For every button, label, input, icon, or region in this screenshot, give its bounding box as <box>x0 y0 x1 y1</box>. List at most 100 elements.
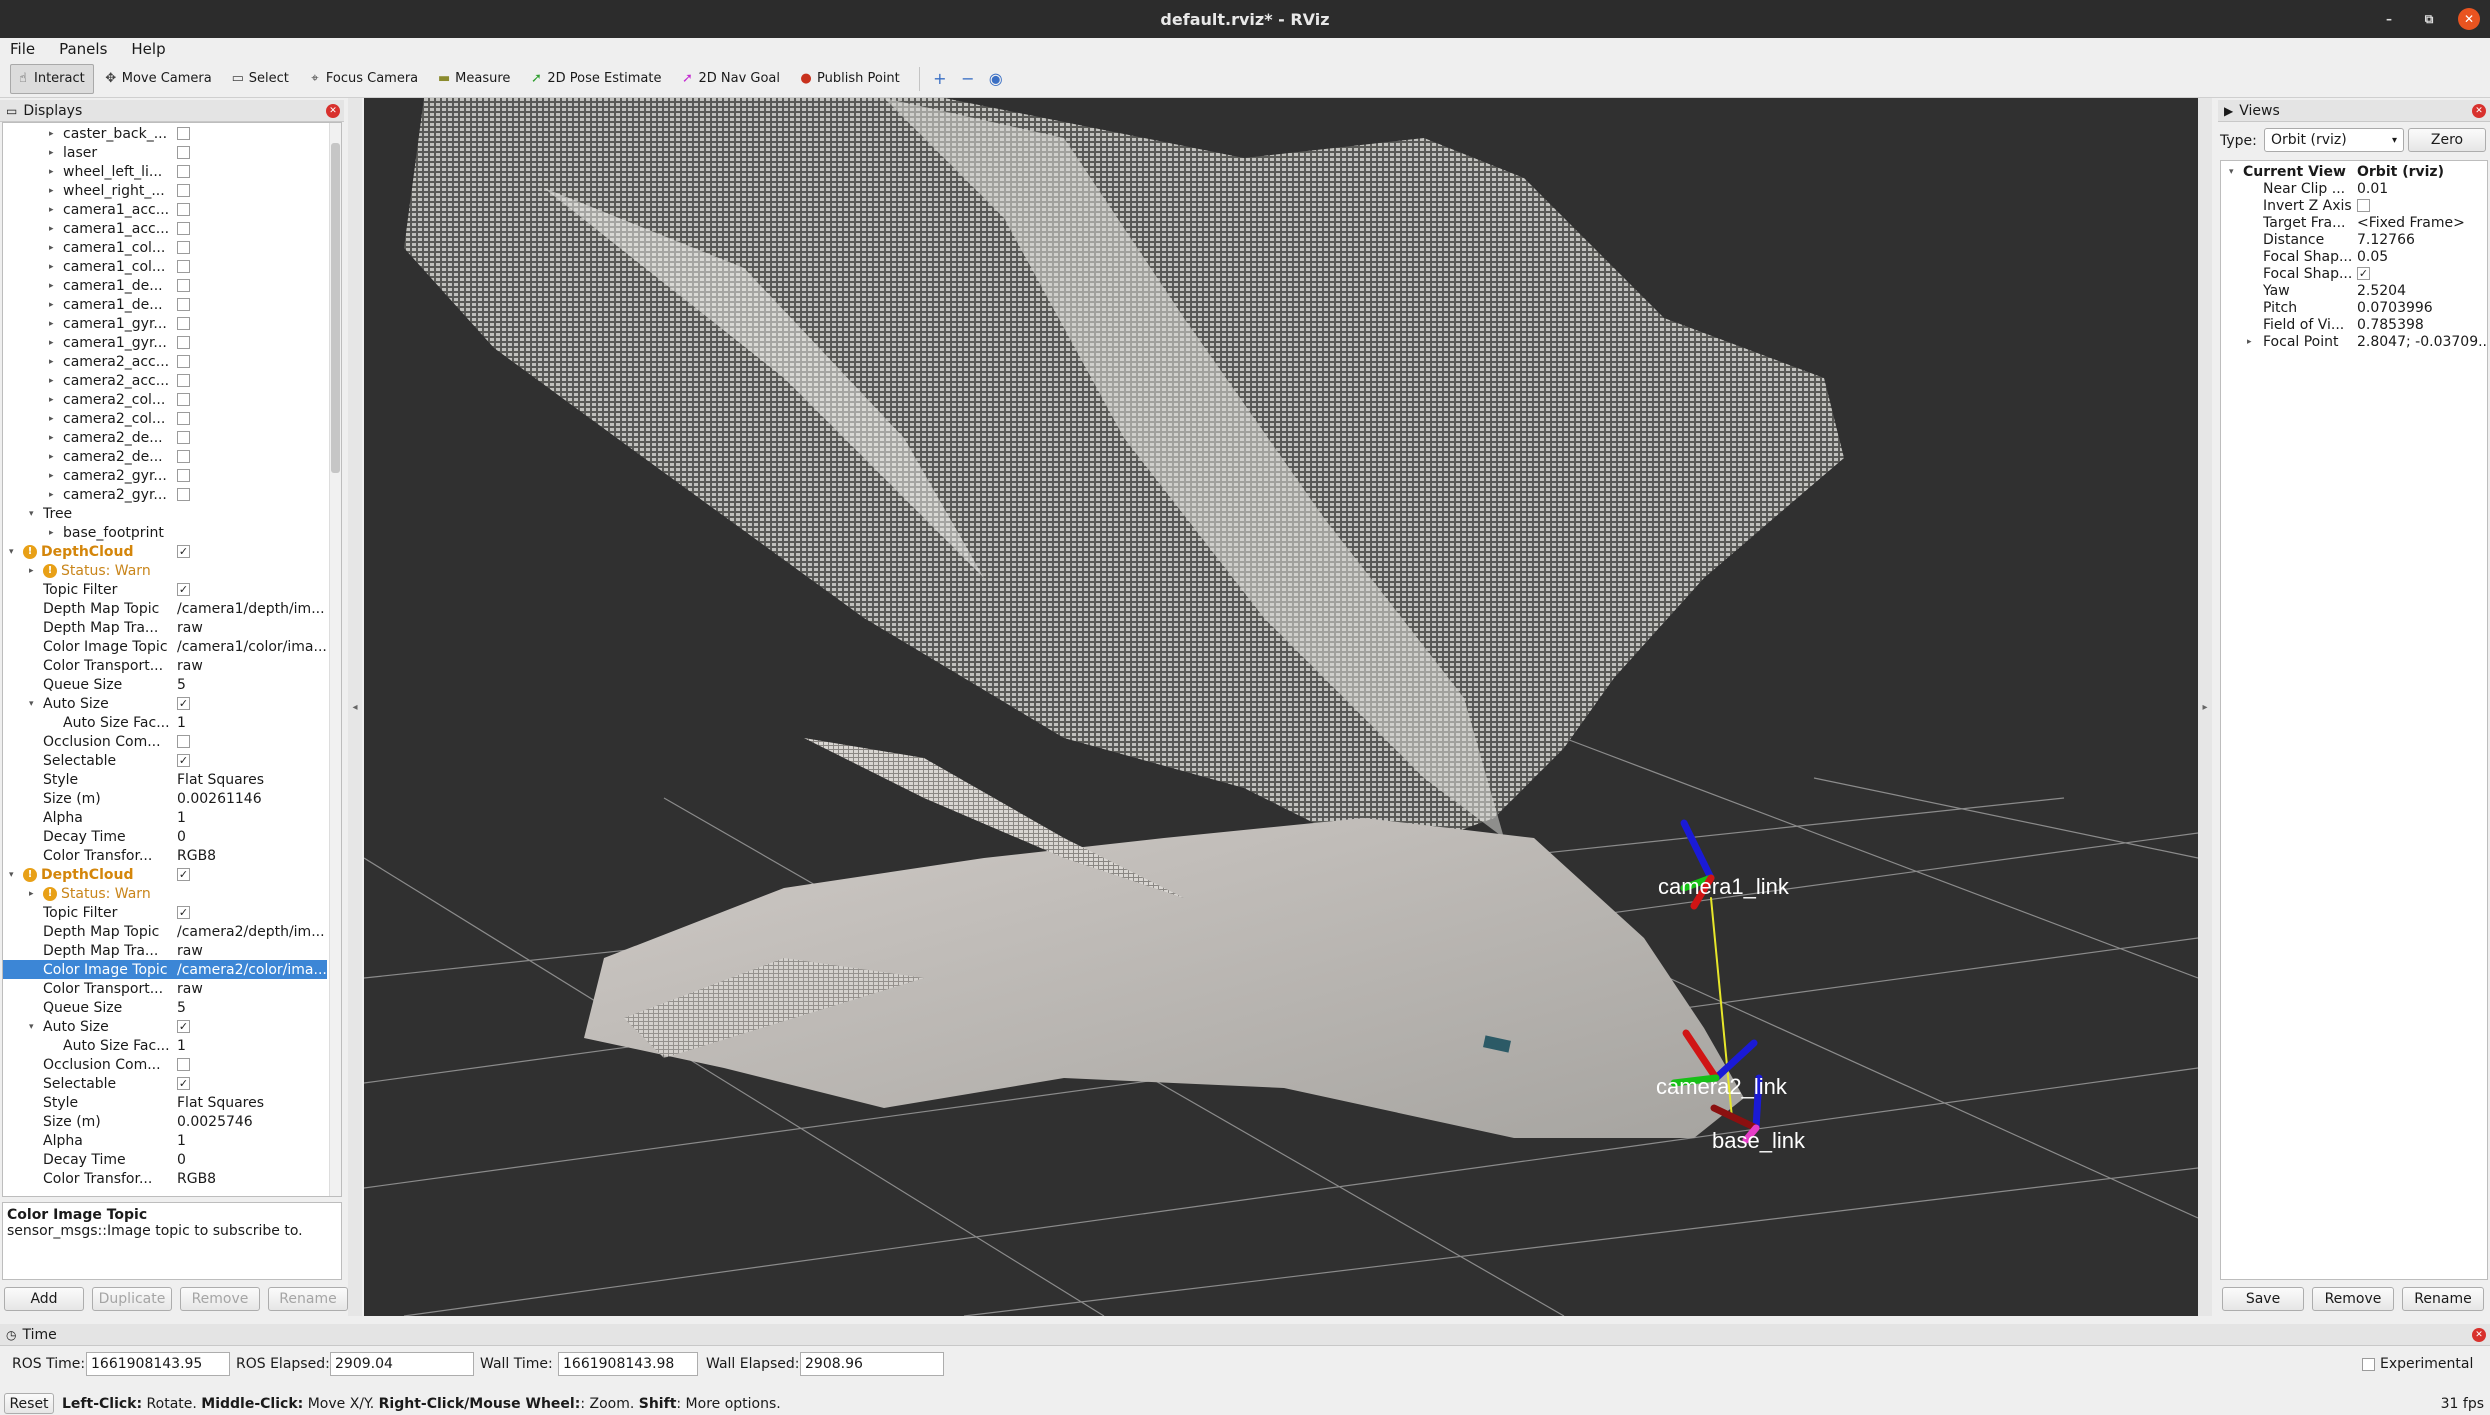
display-checkbox[interactable]: ✓ <box>177 583 190 596</box>
render-viewport[interactable]: camera1_link camera2_link base_link <box>364 98 2198 1316</box>
expand-arrow-icon[interactable]: ▸ <box>29 566 34 576</box>
display-checkbox[interactable]: ✓ <box>177 868 190 881</box>
expand-arrow-icon[interactable]: ▸ <box>49 452 54 462</box>
display-row[interactable]: ▸ camera1_col... <box>3 238 327 257</box>
display-value[interactable]: /camera1/depth/im... <box>177 601 329 617</box>
view-property-row[interactable]: ▾ Current View Orbit (rviz) <box>2221 163 2487 180</box>
display-row[interactable]: Alpha 1 <box>3 808 327 827</box>
display-value[interactable]: Flat Squares <box>177 1095 329 1111</box>
display-row[interactable]: Depth Map Topic/camera2/depth/im... <box>3 922 327 941</box>
save-view-button[interactable]: Save <box>2222 1287 2304 1311</box>
collapse-arrow-icon[interactable]: ▾ <box>29 1022 34 1032</box>
expand-arrow-icon[interactable]: ▸ <box>49 528 54 538</box>
view-property-row[interactable]: Distance 7.12766 <box>2221 231 2487 248</box>
reset-button[interactable]: Reset <box>4 1393 54 1414</box>
display-item-depthcloud[interactable]: ▾! DepthCloud ✓ <box>3 865 327 884</box>
display-value[interactable]: RGB8 <box>177 1171 329 1187</box>
display-checkbox[interactable] <box>177 146 190 159</box>
display-row[interactable]: ▸ camera1_col... <box>3 257 327 276</box>
display-checkbox[interactable]: ✓ <box>177 1020 190 1033</box>
maximize-icon[interactable]: ⧉ <box>2418 8 2440 30</box>
display-row[interactable]: Color Image Topic/camera1/color/ima... <box>3 637 327 656</box>
display-row[interactable]: ▸ camera1_acc... <box>3 200 327 219</box>
display-value[interactable]: 0.0025746 <box>177 1114 329 1130</box>
displays-scrollbar[interactable] <box>329 123 341 1196</box>
view-type-select[interactable]: Orbit (rviz) ▾ <box>2264 128 2404 152</box>
display-row[interactable]: ▸ wheel_right_... <box>3 181 327 200</box>
views-tree[interactable]: ▾ Current View Orbit (rviz) Near Clip ... 0.… <box>2220 160 2488 1280</box>
display-checkbox[interactable] <box>177 488 190 501</box>
display-checkbox[interactable]: ✓ <box>177 545 190 558</box>
display-row[interactable]: ▸ camera1_de... <box>3 276 327 295</box>
displays-tree[interactable]: ▸ caster_back_... ▸ laser ▸ wheel_left_li... ▸… <box>2 122 342 1197</box>
display-row[interactable]: ▸ camera2_acc... <box>3 371 327 390</box>
display-checkbox[interactable] <box>177 355 190 368</box>
display-value[interactable]: raw <box>177 620 329 636</box>
display-checkbox[interactable]: ✓ <box>177 754 190 767</box>
expand-arrow-icon[interactable]: ▸ <box>49 300 54 310</box>
expand-arrow-icon[interactable]: ▸ <box>49 148 54 158</box>
view-property-value[interactable]: 0.05 <box>2357 249 2487 265</box>
experimental-checkbox[interactable] <box>2362 1358 2375 1371</box>
display-checkbox[interactable] <box>177 469 190 482</box>
display-checkbox[interactable] <box>177 184 190 197</box>
display-checkbox[interactable] <box>177 279 190 292</box>
duplicate-display-button[interactable]: Duplicate <box>92 1287 172 1311</box>
close-panel-icon[interactable]: ✕ <box>326 104 340 118</box>
display-checkbox[interactable]: ✓ <box>177 906 190 919</box>
expand-arrow-icon[interactable]: ▸ <box>29 889 34 899</box>
display-row[interactable]: ▸ camera1_gyr... <box>3 333 327 352</box>
display-row[interactable]: Topic Filter ✓ <box>3 580 327 599</box>
rename-view-button[interactable]: Rename <box>2402 1287 2484 1311</box>
display-checkbox[interactable] <box>177 127 190 140</box>
display-checkbox[interactable] <box>177 298 190 311</box>
scrollbar-thumb[interactable] <box>331 143 340 473</box>
display-value[interactable]: 1 <box>177 1133 329 1149</box>
expand-arrow-icon[interactable]: ▸ <box>49 414 54 424</box>
expand-arrow-icon[interactable]: ▸ <box>49 205 54 215</box>
view-property-value[interactable]: Orbit (rviz) <box>2357 164 2487 180</box>
display-value[interactable]: 0 <box>177 1152 329 1168</box>
view-property-value[interactable]: 2.5204 <box>2357 283 2487 299</box>
tool-move-camera[interactable]: ✥ Move Camera <box>98 64 221 94</box>
display-row[interactable]: Queue Size 5 <box>3 675 327 694</box>
remove-view-button[interactable]: Remove <box>2312 1287 2394 1311</box>
display-row[interactable]: Style Flat Squares <box>3 1093 327 1112</box>
display-value[interactable]: raw <box>177 658 329 674</box>
expand-arrow-icon[interactable]: ▸ <box>49 357 54 367</box>
display-value[interactable]: /camera1/color/ima... <box>177 639 329 655</box>
display-row[interactable]: Decay Time 0 <box>3 827 327 846</box>
display-row[interactable]: ▸ camera2_de... <box>3 447 327 466</box>
expand-arrow-icon[interactable]: ▸ <box>49 338 54 348</box>
display-value[interactable]: /camera2/depth/im... <box>177 924 329 940</box>
display-row[interactable]: Depth Map Tra... raw <box>3 618 327 637</box>
display-item-depthcloud[interactable]: ▾! DepthCloud ✓ <box>3 542 327 561</box>
view-property-value[interactable]: 7.12766 <box>2357 232 2487 248</box>
view-property-value[interactable]: 0.785398 <box>2357 317 2487 333</box>
display-row[interactable]: Occlusion Com... <box>3 732 327 751</box>
display-row[interactable]: ▸ camera2_gyr... <box>3 485 327 504</box>
wall-elapsed-field[interactable]: 2908.96 <box>800 1352 944 1376</box>
add-tool-icon[interactable]: + <box>926 66 954 92</box>
collapse-arrow-icon[interactable]: ▾ <box>29 699 34 709</box>
display-row[interactable]: ▾ Tree <box>3 504 327 523</box>
menu-help[interactable]: Help <box>121 40 165 58</box>
display-value[interactable]: 1 <box>177 715 329 731</box>
wall-time-field[interactable]: 1661908143.98 <box>558 1352 698 1376</box>
display-row[interactable]: Selectable ✓ <box>3 1074 327 1093</box>
display-value[interactable]: 5 <box>177 677 329 693</box>
display-row[interactable]: Size (m) 0.0025746 <box>3 1112 327 1131</box>
display-row[interactable]: Depth Map Tra... raw <box>3 941 327 960</box>
expand-arrow-icon[interactable]: ▸ <box>49 281 54 291</box>
view-property-row[interactable]: Near Clip ... 0.01 <box>2221 180 2487 197</box>
display-checkbox[interactable] <box>177 241 190 254</box>
display-row[interactable]: Size (m) 0.00261146 <box>3 789 327 808</box>
ros-elapsed-field[interactable]: 2909.04 <box>330 1352 474 1376</box>
close-panel-icon[interactable]: ✕ <box>2472 104 2486 118</box>
display-row[interactable]: ▸ camera1_acc... <box>3 219 327 238</box>
tool-select[interactable]: ▭ Select <box>225 64 298 94</box>
display-row[interactable]: ▸ caster_back_... <box>3 124 327 143</box>
display-row[interactable]: ▾ Auto Size ✓ <box>3 1017 327 1036</box>
tool-publish-point[interactable]: ● Publish Point <box>793 64 909 94</box>
scene-canvas[interactable]: camera1_link camera2_link base_link <box>364 98 2198 1316</box>
